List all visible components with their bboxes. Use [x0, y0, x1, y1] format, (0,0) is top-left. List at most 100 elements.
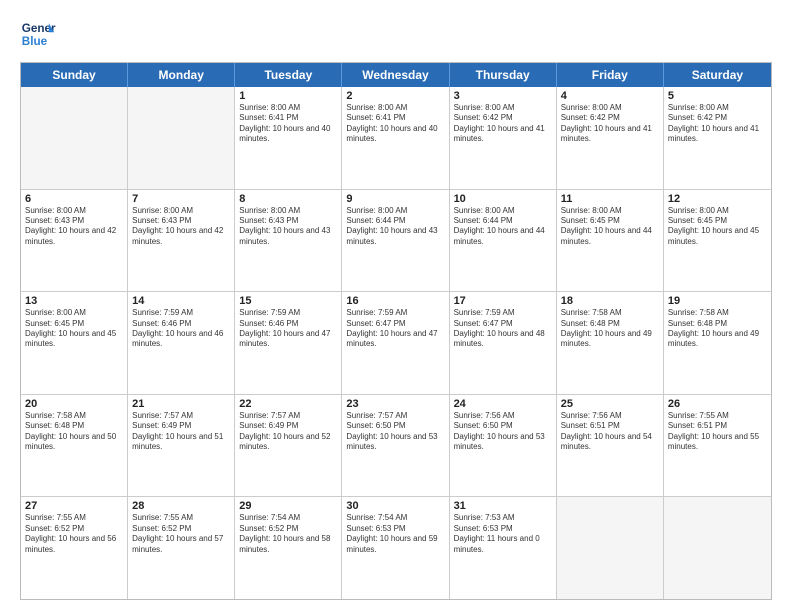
day-info: Sunrise: 7:57 AM Sunset: 6:50 PM Dayligh… — [346, 411, 444, 453]
day-number: 31 — [454, 500, 552, 512]
day-info: Sunrise: 7:58 AM Sunset: 6:48 PM Dayligh… — [25, 411, 123, 453]
day-number: 2 — [346, 90, 444, 102]
day-info: Sunrise: 7:53 AM Sunset: 6:53 PM Dayligh… — [454, 513, 552, 555]
day-info: Sunrise: 7:58 AM Sunset: 6:48 PM Dayligh… — [668, 308, 767, 350]
empty-cell — [557, 497, 664, 599]
day-number: 23 — [346, 398, 444, 410]
day-header-friday: Friday — [557, 63, 664, 87]
day-cell-2: 2Sunrise: 8:00 AM Sunset: 6:41 PM Daylig… — [342, 87, 449, 189]
day-info: Sunrise: 7:57 AM Sunset: 6:49 PM Dayligh… — [239, 411, 337, 453]
day-info: Sunrise: 8:00 AM Sunset: 6:43 PM Dayligh… — [132, 206, 230, 248]
day-cell-11: 11Sunrise: 8:00 AM Sunset: 6:45 PM Dayli… — [557, 190, 664, 292]
day-info: Sunrise: 8:00 AM Sunset: 6:42 PM Dayligh… — [454, 103, 552, 145]
day-info: Sunrise: 8:00 AM Sunset: 6:45 PM Dayligh… — [25, 308, 123, 350]
day-number: 16 — [346, 295, 444, 307]
day-number: 6 — [25, 193, 123, 205]
day-info: Sunrise: 7:54 AM Sunset: 6:53 PM Dayligh… — [346, 513, 444, 555]
svg-text:Blue: Blue — [22, 35, 48, 48]
day-number: 27 — [25, 500, 123, 512]
day-number: 4 — [561, 90, 659, 102]
day-number: 30 — [346, 500, 444, 512]
calendar: SundayMondayTuesdayWednesdayThursdayFrid… — [20, 62, 772, 600]
day-cell-9: 9Sunrise: 8:00 AM Sunset: 6:44 PM Daylig… — [342, 190, 449, 292]
day-header-thursday: Thursday — [450, 63, 557, 87]
day-cell-29: 29Sunrise: 7:54 AM Sunset: 6:52 PM Dayli… — [235, 497, 342, 599]
day-cell-28: 28Sunrise: 7:55 AM Sunset: 6:52 PM Dayli… — [128, 497, 235, 599]
day-cell-12: 12Sunrise: 8:00 AM Sunset: 6:45 PM Dayli… — [664, 190, 771, 292]
day-info: Sunrise: 8:00 AM Sunset: 6:42 PM Dayligh… — [668, 103, 767, 145]
day-cell-8: 8Sunrise: 8:00 AM Sunset: 6:43 PM Daylig… — [235, 190, 342, 292]
day-cell-3: 3Sunrise: 8:00 AM Sunset: 6:42 PM Daylig… — [450, 87, 557, 189]
day-cell-4: 4Sunrise: 8:00 AM Sunset: 6:42 PM Daylig… — [557, 87, 664, 189]
day-cell-23: 23Sunrise: 7:57 AM Sunset: 6:50 PM Dayli… — [342, 395, 449, 497]
day-number: 15 — [239, 295, 337, 307]
day-info: Sunrise: 7:57 AM Sunset: 6:49 PM Dayligh… — [132, 411, 230, 453]
day-number: 26 — [668, 398, 767, 410]
day-cell-16: 16Sunrise: 7:59 AM Sunset: 6:47 PM Dayli… — [342, 292, 449, 394]
day-number: 22 — [239, 398, 337, 410]
day-number: 29 — [239, 500, 337, 512]
day-number: 21 — [132, 398, 230, 410]
day-number: 24 — [454, 398, 552, 410]
logo-icon: General Blue — [20, 16, 56, 52]
day-info: Sunrise: 7:56 AM Sunset: 6:51 PM Dayligh… — [561, 411, 659, 453]
day-info: Sunrise: 7:54 AM Sunset: 6:52 PM Dayligh… — [239, 513, 337, 555]
day-info: Sunrise: 8:00 AM Sunset: 6:43 PM Dayligh… — [239, 206, 337, 248]
day-info: Sunrise: 8:00 AM Sunset: 6:43 PM Dayligh… — [25, 206, 123, 248]
day-info: Sunrise: 8:00 AM Sunset: 6:41 PM Dayligh… — [346, 103, 444, 145]
day-number: 14 — [132, 295, 230, 307]
day-cell-30: 30Sunrise: 7:54 AM Sunset: 6:53 PM Dayli… — [342, 497, 449, 599]
day-info: Sunrise: 8:00 AM Sunset: 6:45 PM Dayligh… — [668, 206, 767, 248]
header: General Blue — [20, 16, 772, 52]
calendar-week-5: 27Sunrise: 7:55 AM Sunset: 6:52 PM Dayli… — [21, 496, 771, 599]
day-info: Sunrise: 8:00 AM Sunset: 6:41 PM Dayligh… — [239, 103, 337, 145]
day-cell-1: 1Sunrise: 8:00 AM Sunset: 6:41 PM Daylig… — [235, 87, 342, 189]
day-cell-18: 18Sunrise: 7:58 AM Sunset: 6:48 PM Dayli… — [557, 292, 664, 394]
day-number: 11 — [561, 193, 659, 205]
day-number: 8 — [239, 193, 337, 205]
day-info: Sunrise: 7:55 AM Sunset: 6:51 PM Dayligh… — [668, 411, 767, 453]
day-number: 9 — [346, 193, 444, 205]
calendar-body: 1Sunrise: 8:00 AM Sunset: 6:41 PM Daylig… — [21, 87, 771, 599]
calendar-week-3: 13Sunrise: 8:00 AM Sunset: 6:45 PM Dayli… — [21, 291, 771, 394]
day-info: Sunrise: 8:00 AM Sunset: 6:42 PM Dayligh… — [561, 103, 659, 145]
calendar-header: SundayMondayTuesdayWednesdayThursdayFrid… — [21, 63, 771, 87]
empty-cell — [128, 87, 235, 189]
day-cell-13: 13Sunrise: 8:00 AM Sunset: 6:45 PM Dayli… — [21, 292, 128, 394]
day-cell-10: 10Sunrise: 8:00 AM Sunset: 6:44 PM Dayli… — [450, 190, 557, 292]
day-header-saturday: Saturday — [664, 63, 771, 87]
day-cell-5: 5Sunrise: 8:00 AM Sunset: 6:42 PM Daylig… — [664, 87, 771, 189]
day-info: Sunrise: 8:00 AM Sunset: 6:45 PM Dayligh… — [561, 206, 659, 248]
day-number: 19 — [668, 295, 767, 307]
page: General Blue SundayMondayTuesdayWednesda… — [0, 0, 792, 612]
day-number: 3 — [454, 90, 552, 102]
day-number: 5 — [668, 90, 767, 102]
day-header-monday: Monday — [128, 63, 235, 87]
day-cell-17: 17Sunrise: 7:59 AM Sunset: 6:47 PM Dayli… — [450, 292, 557, 394]
empty-cell — [21, 87, 128, 189]
day-info: Sunrise: 7:59 AM Sunset: 6:46 PM Dayligh… — [132, 308, 230, 350]
day-info: Sunrise: 8:00 AM Sunset: 6:44 PM Dayligh… — [346, 206, 444, 248]
day-info: Sunrise: 7:59 AM Sunset: 6:47 PM Dayligh… — [346, 308, 444, 350]
day-cell-20: 20Sunrise: 7:58 AM Sunset: 6:48 PM Dayli… — [21, 395, 128, 497]
day-number: 10 — [454, 193, 552, 205]
day-cell-19: 19Sunrise: 7:58 AM Sunset: 6:48 PM Dayli… — [664, 292, 771, 394]
day-cell-31: 31Sunrise: 7:53 AM Sunset: 6:53 PM Dayli… — [450, 497, 557, 599]
day-number: 7 — [132, 193, 230, 205]
day-number: 28 — [132, 500, 230, 512]
day-info: Sunrise: 7:58 AM Sunset: 6:48 PM Dayligh… — [561, 308, 659, 350]
day-cell-14: 14Sunrise: 7:59 AM Sunset: 6:46 PM Dayli… — [128, 292, 235, 394]
day-info: Sunrise: 7:59 AM Sunset: 6:47 PM Dayligh… — [454, 308, 552, 350]
logo: General Blue — [20, 16, 56, 52]
day-number: 1 — [239, 90, 337, 102]
day-cell-24: 24Sunrise: 7:56 AM Sunset: 6:50 PM Dayli… — [450, 395, 557, 497]
day-cell-21: 21Sunrise: 7:57 AM Sunset: 6:49 PM Dayli… — [128, 395, 235, 497]
day-number: 13 — [25, 295, 123, 307]
day-cell-22: 22Sunrise: 7:57 AM Sunset: 6:49 PM Dayli… — [235, 395, 342, 497]
day-number: 12 — [668, 193, 767, 205]
day-number: 25 — [561, 398, 659, 410]
empty-cell — [664, 497, 771, 599]
day-cell-25: 25Sunrise: 7:56 AM Sunset: 6:51 PM Dayli… — [557, 395, 664, 497]
day-cell-6: 6Sunrise: 8:00 AM Sunset: 6:43 PM Daylig… — [21, 190, 128, 292]
day-info: Sunrise: 8:00 AM Sunset: 6:44 PM Dayligh… — [454, 206, 552, 248]
